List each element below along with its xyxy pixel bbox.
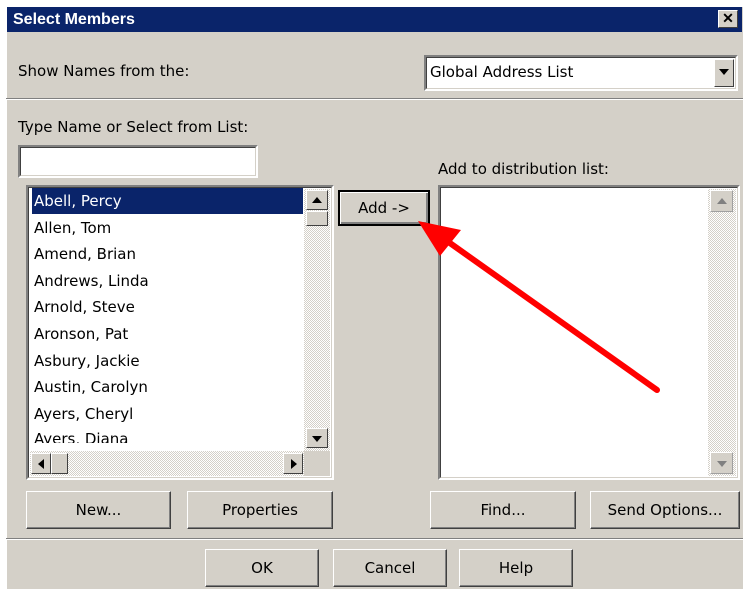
cancel-button[interactable]: Cancel [333,549,447,587]
ok-button[interactable]: OK [205,549,319,587]
send-options-button[interactable]: Send Options... [590,491,740,529]
find-button[interactable]: Find... [430,491,576,529]
help-button[interactable]: Help [459,549,573,587]
properties-button[interactable]: Properties [187,491,333,529]
separator-bottom [6,538,743,540]
new-button[interactable]: New... [26,491,171,529]
